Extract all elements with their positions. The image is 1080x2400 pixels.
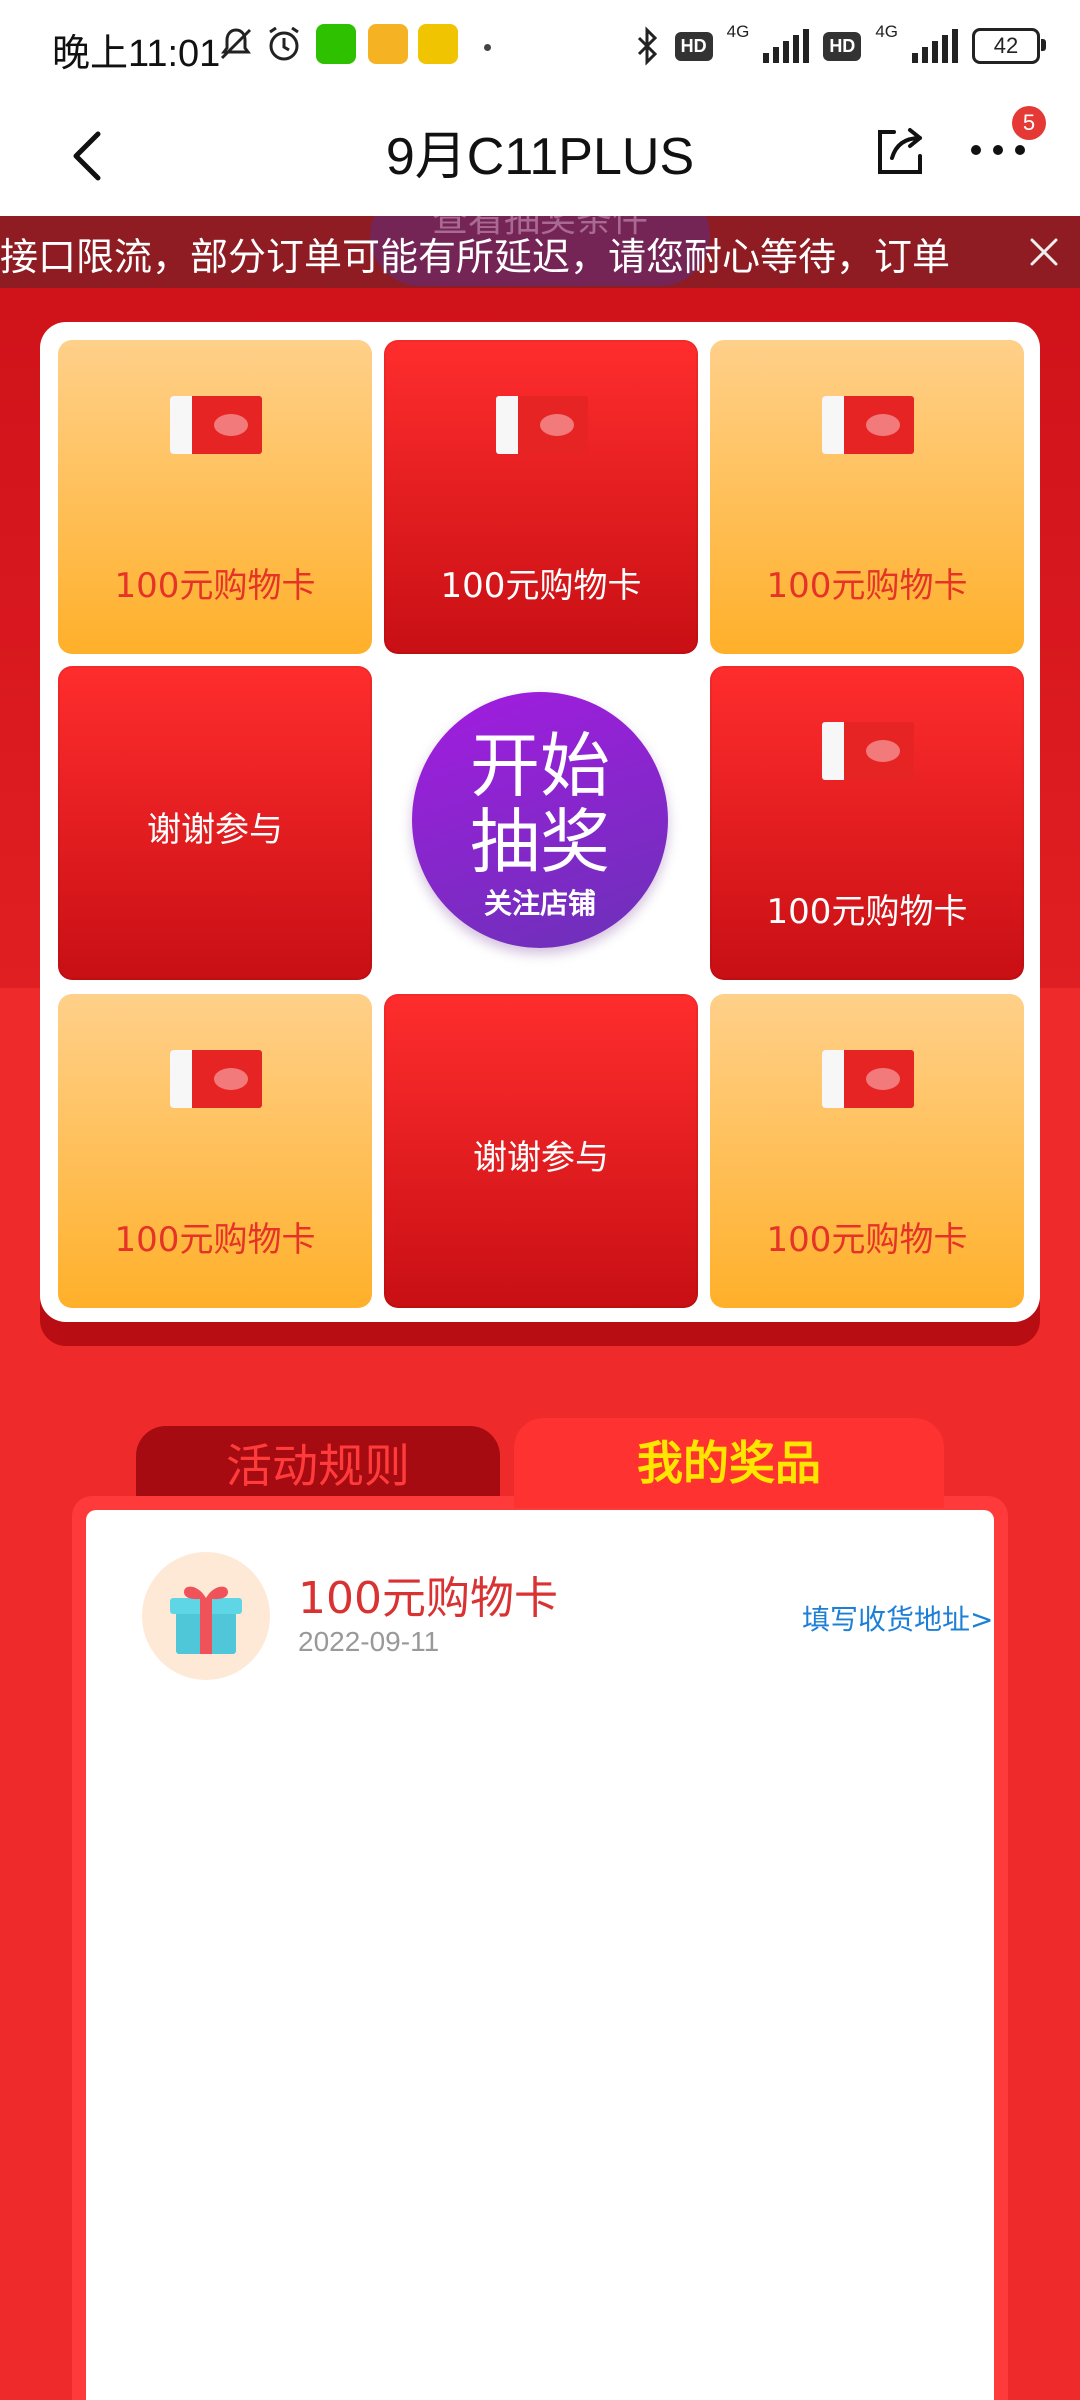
hd-badge-1: HD xyxy=(674,31,713,61)
list-item: 100元购物卡 2022-09-11 填写收货地址> xyxy=(142,1552,993,1682)
bluetooth-icon xyxy=(637,26,657,66)
status-time: 晚上11:01 xyxy=(52,33,221,75)
gift-box-icon xyxy=(142,1552,270,1680)
shopping-card-icon xyxy=(822,396,914,454)
prize-cell-label: 100元购物卡 xyxy=(766,892,968,932)
status-indicators: HD 4G HD 4G 42 xyxy=(635,22,1046,66)
signal-icon-1 xyxy=(763,29,810,63)
prize-cell-8: 100元购物卡 xyxy=(710,994,1024,1308)
more-notifications-dot xyxy=(484,44,491,51)
fill-shipping-address-link[interactable]: 填写收货地址> xyxy=(802,1598,993,1638)
tab-activity-rules[interactable]: 活动规则 xyxy=(136,1426,500,1506)
tab-my-prizes[interactable]: 我的奖品 xyxy=(514,1418,944,1508)
start-line-2: 抽奖 xyxy=(470,801,610,883)
wechat-icon xyxy=(316,24,356,64)
prize-cell-5: 100元购物卡 xyxy=(710,666,1024,980)
prize-cell-6: 100元购物卡 xyxy=(58,994,372,1308)
prize-cell-label: 100元购物卡 xyxy=(766,566,968,606)
shopping-card-icon xyxy=(822,1050,914,1108)
close-icon[interactable] xyxy=(1026,234,1062,270)
start-lottery-button[interactable]: 开始 抽奖 关注店铺 xyxy=(412,692,668,948)
prize-date: 2022-09-11 xyxy=(298,1626,440,1657)
shopping-card-icon xyxy=(170,1050,262,1108)
shopping-card-icon xyxy=(170,396,262,454)
prize-name: 100元购物卡 xyxy=(298,1573,558,1624)
more-notification-badge: 5 xyxy=(1012,106,1046,140)
notice-text: 接口限流，部分订单可能有所延迟，请您耐心等待，订单 xyxy=(0,235,951,279)
battery-icon: 42 xyxy=(972,28,1046,64)
prize-cell-label: 100元购物卡 xyxy=(766,1220,968,1260)
hd-badge-2: HD xyxy=(823,31,862,61)
shopping-card-icon xyxy=(822,722,914,780)
mute-bell-icon xyxy=(220,28,252,60)
prize-cell-7: 谢谢参与 xyxy=(384,994,698,1308)
notes-app-icon xyxy=(368,24,408,64)
share-icon[interactable] xyxy=(872,122,928,178)
network-type-1: 4G xyxy=(726,22,750,41)
start-line-1: 开始 xyxy=(470,725,610,807)
status-bar: 晚上11:01 HD 4G HD 4G 42 xyxy=(0,0,1080,96)
battery-level: 42 xyxy=(993,33,1019,58)
prize-cell-3: 100元购物卡 xyxy=(710,340,1024,654)
prize-cell-label: 谢谢参与 xyxy=(473,1138,609,1178)
prize-cell-4: 谢谢参与 xyxy=(58,666,372,980)
prize-cell-label: 100元购物卡 xyxy=(114,1220,316,1260)
network-type-2: 4G xyxy=(875,22,898,41)
rss-app-icon xyxy=(418,24,458,64)
alarm-icon xyxy=(269,26,299,61)
prize-cell-2: 100元购物卡 xyxy=(384,340,698,654)
follow-store-label: 关注店铺 xyxy=(483,887,596,920)
prize-list-panel: 100元购物卡 2022-09-11 填写收货地址> xyxy=(86,1510,994,2400)
shopping-card-icon xyxy=(496,396,588,454)
prize-cell-label: 100元购物卡 xyxy=(114,566,316,606)
prize-cell-label: 100元购物卡 xyxy=(440,566,642,606)
prize-cell-label: 谢谢参与 xyxy=(147,810,283,850)
start-lottery-text: 开始 抽奖 xyxy=(412,728,668,880)
notice-bar: 查看抽奖条件 接口限流，部分订单可能有所延迟，请您耐心等待，订单 xyxy=(0,216,1080,288)
prize-cell-1: 100元购物卡 xyxy=(58,340,372,654)
signal-icon-2 xyxy=(912,29,958,63)
navigation-bar: 9月C11PLUS 5 xyxy=(0,96,1080,216)
